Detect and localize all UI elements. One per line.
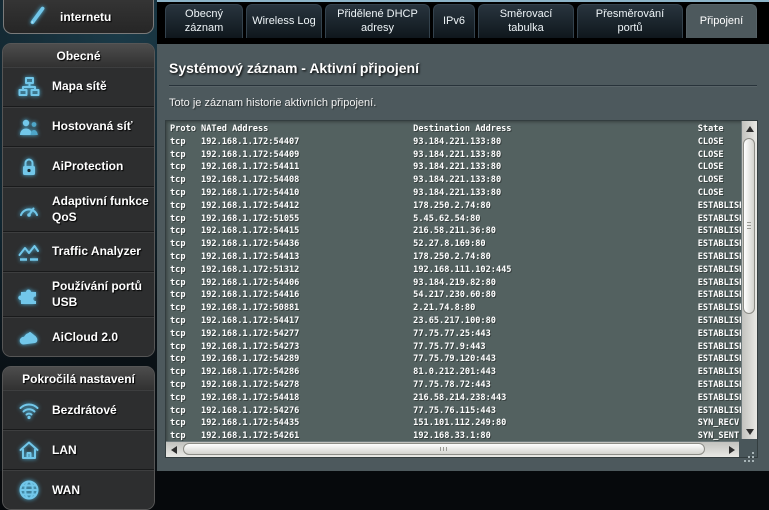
- connection-log-area[interactable]: Proto NATed Address Destination Address …: [165, 120, 758, 458]
- sidebar-item-bezdr-tov-[interactable]: Bezdrátové: [3, 390, 154, 430]
- sidebar-item-label: Hostovaná síť: [52, 119, 150, 135]
- sidebar-item-label: Mapa sítě: [52, 79, 150, 95]
- tab-p-id-len-dhcp-adresy[interactable]: Přidělené DHCP adresy: [325, 4, 430, 38]
- main-content: Obecný záznamWireless LogPřidělené DHCP …: [157, 0, 769, 471]
- scroll-up-button[interactable]: [742, 121, 757, 136]
- arrow-right-icon: [729, 446, 735, 454]
- sidebar-item-label: LAN: [52, 443, 150, 459]
- log-tab-bar: Obecný záznamWireless LogPřidělené DHCP …: [157, 2, 769, 38]
- scroll-left-button[interactable]: [166, 442, 181, 457]
- pen-icon: [24, 1, 52, 27]
- sidebar-item-traffic-analyzer[interactable]: Traffic Analyzer: [3, 232, 154, 272]
- resize-grip[interactable]: [739, 439, 757, 457]
- house-icon: [15, 437, 43, 463]
- sidebar-item-wan[interactable]: WAN: [3, 470, 154, 509]
- menu-section-title: Pokročilá nastavení: [3, 367, 154, 390]
- network-map-icon: [15, 74, 43, 100]
- page-description: Toto je záznam historie aktivních připoj…: [169, 97, 757, 109]
- cloud-icon: [15, 324, 43, 350]
- quick-internet-setup-label: internetu: [60, 10, 111, 27]
- wifi-icon: [15, 397, 43, 423]
- menu-section-0: Obecné Mapa sítě Hostovaná síť AiProtection…: [2, 43, 155, 357]
- sidebar: internetu Obecné Mapa sítě Hostovaná síť Ai…: [0, 0, 157, 471]
- sidebar-item-adaptivn-funkce-qos[interactable]: Adaptivní funkce QoS: [3, 187, 154, 232]
- sidebar-item-pou-v-n-port-usb[interactable]: Používání portů USB: [3, 272, 154, 317]
- tab-p-esm-rov-n-port-[interactable]: Přesměrování portů: [577, 4, 683, 38]
- log-panel: Systémový záznam - Aktivní připojení Tot…: [157, 44, 769, 471]
- sidebar-item-label: Bezdrátové: [52, 403, 150, 419]
- sidebar-item-label: AiProtection: [52, 159, 150, 175]
- connection-log-text: Proto NATed Address Destination Address …: [166, 121, 741, 441]
- scroll-down-button[interactable]: [742, 424, 757, 439]
- menu-section-1: Pokročilá nastavení Bezdrátové LAN WAN: [2, 366, 155, 510]
- sidebar-item-lan[interactable]: LAN: [3, 430, 154, 470]
- quick-internet-setup-button[interactable]: internetu: [3, 0, 154, 34]
- arrow-up-icon: [746, 126, 754, 132]
- menu-section-title: Obecné: [3, 44, 154, 67]
- guest-network-icon: [15, 114, 43, 140]
- tab-sm-rovac-tabulka[interactable]: Směrovací tabulka: [478, 4, 574, 38]
- arrow-down-icon: [746, 429, 754, 435]
- tab-wireless-log[interactable]: Wireless Log: [246, 4, 322, 38]
- traffic-chart-icon: [15, 239, 43, 265]
- lock-icon: [15, 154, 43, 180]
- scroll-right-button[interactable]: [724, 442, 739, 457]
- tab-p-ipojen-[interactable]: Připojení: [686, 4, 757, 38]
- arrow-left-icon: [171, 446, 177, 454]
- vertical-scrollbar[interactable]: [741, 121, 757, 439]
- horizontal-scrollbar-thumb[interactable]: [183, 443, 705, 455]
- sidebar-item-label: Používání portů USB: [52, 279, 150, 310]
- sidebar-item-label: WAN: [52, 483, 150, 499]
- tab-ipv6[interactable]: IPv6: [433, 4, 475, 38]
- usb-puzzle-icon: [15, 282, 43, 308]
- sidebar-item-label: AiCloud 2.0: [52, 330, 150, 346]
- sidebar-item-mapa-s-t-[interactable]: Mapa sítě: [3, 67, 154, 107]
- sidebar-item-aiprotection[interactable]: AiProtection: [3, 147, 154, 187]
- page-title: Systémový záznam - Aktivní připojení: [169, 60, 757, 86]
- gauge-icon: [15, 197, 43, 223]
- sidebar-item-hostovan-s-[interactable]: Hostovaná síť: [3, 107, 154, 147]
- vertical-scrollbar-thumb[interactable]: [743, 138, 755, 314]
- tab-obecn-z-znam[interactable]: Obecný záznam: [165, 4, 243, 38]
- horizontal-scrollbar[interactable]: [166, 441, 739, 457]
- sidebar-item-label: Traffic Analyzer: [52, 244, 150, 260]
- sidebar-item-label: Adaptivní funkce QoS: [52, 194, 150, 225]
- sidebar-item-aicloud-2-0[interactable]: AiCloud 2.0: [3, 317, 154, 356]
- globe-icon: [15, 477, 43, 503]
